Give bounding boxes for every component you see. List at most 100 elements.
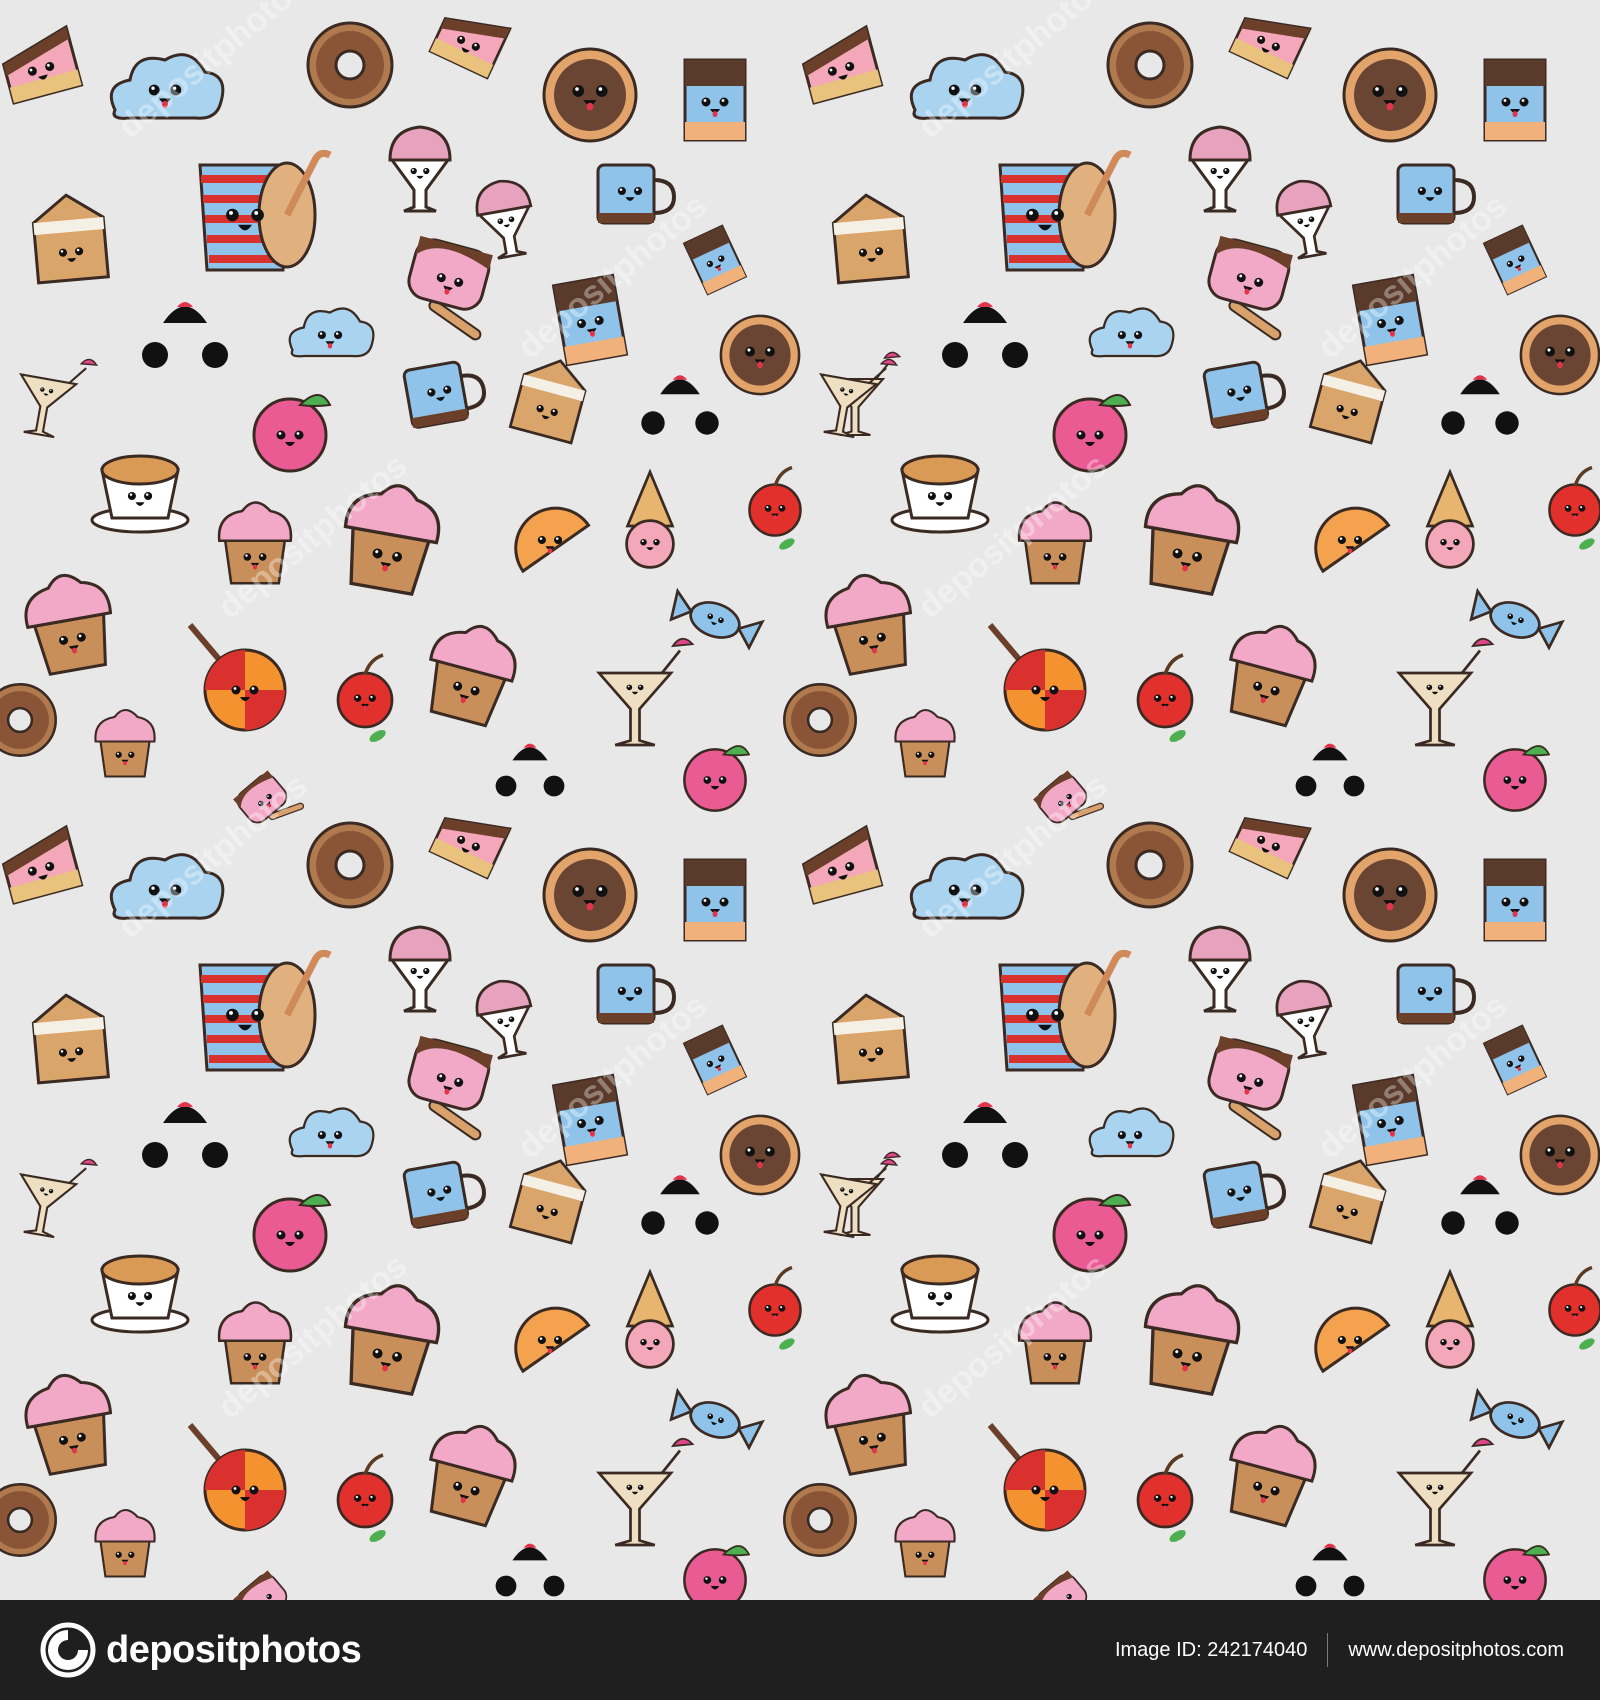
pattern-item-mug: [596, 963, 677, 1025]
pattern-item-donut: [306, 821, 394, 909]
pattern-item-donut: [783, 1483, 857, 1557]
pattern-item-face-parts: [142, 302, 228, 368]
stock-footer-bar: depositphotos Image ID: 242174040 www.de…: [0, 1600, 1600, 1700]
pattern-item-face-parts: [942, 302, 1028, 368]
pattern-item-donut: [0, 1483, 57, 1557]
pattern-item-cloud: [909, 53, 1025, 120]
pattern-item-cherry: [336, 1453, 394, 1542]
pattern-item-chocolate-bar: [683, 58, 747, 142]
pattern-item-cupcake: [1229, 624, 1317, 728]
pattern-item-carton: [508, 1159, 587, 1245]
pattern-item-pie: [542, 847, 638, 943]
pattern-item-cloud: [1088, 307, 1175, 358]
pattern-item-cocktail: [1396, 1437, 1495, 1547]
pattern-item-chocolate-bar: [682, 1024, 748, 1096]
pattern-item-soda-cup: [998, 949, 1132, 1072]
pattern-item-pie: [542, 47, 638, 143]
pattern-item-soda-cup: [998, 149, 1132, 272]
pattern-item-mug: [402, 1160, 487, 1229]
pattern-item-cupcake: [343, 484, 441, 596]
pattern-item-peach: [252, 1194, 332, 1273]
pattern-item-face-parts: [142, 1102, 228, 1168]
pattern-item-cake-slice: [1, 24, 84, 105]
pattern-item-coffee-cup: [890, 1254, 990, 1334]
pattern-item-popsicle: [407, 1035, 493, 1141]
pattern-item-peach: [1483, 745, 1551, 812]
pattern-item-cake-slice: [1, 824, 84, 905]
website-link[interactable]: www.depositphotos.com: [1348, 1639, 1564, 1662]
pattern-item-coffee-cup: [90, 1254, 190, 1334]
pattern-item-popsicle: [1207, 235, 1293, 341]
pattern-item-peach: [683, 745, 751, 812]
brand[interactable]: depositphotos: [40, 1620, 362, 1680]
pattern-item-cone: [625, 468, 675, 569]
pattern-item-cake-slice: [428, 817, 512, 880]
pattern-item-cake-slice: [1228, 17, 1312, 80]
pattern-item-cupcake: [1143, 1284, 1241, 1396]
image-id-label: Image ID: 242174040: [1114, 1638, 1308, 1661]
pattern-item-cherry: [748, 1265, 802, 1350]
pattern-item-chocolate-bar: [1351, 273, 1429, 367]
pattern-item-peach: [1483, 1545, 1551, 1600]
pattern-item-face-parts: [942, 1102, 1028, 1168]
pattern-item-popsicle: [1033, 1570, 1088, 1600]
pattern-image: depositphotos depositphotos depositphotos d…: [0, 0, 1600, 1600]
pattern-item-cupcake: [894, 1508, 956, 1578]
pattern-item-chocolate-bar: [1483, 858, 1547, 942]
pattern-item-cupcake: [217, 1301, 293, 1385]
pattern-item-carton: [1308, 1159, 1387, 1245]
pattern-item-donut: [1106, 821, 1194, 909]
pattern-item-popsicle: [1207, 1035, 1293, 1141]
pattern-item-sundae: [475, 979, 533, 1060]
kawaii-food-pattern: [0, 17, 1600, 1600]
pattern-item-cone: [1425, 468, 1475, 569]
pattern-item-carton: [508, 359, 587, 445]
pattern-item-cloud: [109, 853, 225, 920]
pattern-item-pie: [1342, 47, 1438, 143]
pattern-item-cupcake: [1017, 1301, 1093, 1385]
pattern-item-sundae: [1275, 179, 1333, 260]
pattern-item-pie: [719, 1114, 801, 1196]
pattern-item-cupcake: [429, 624, 517, 728]
pattern-item-sundae: [1275, 979, 1333, 1060]
pattern-item-cocktail: [18, 1158, 99, 1239]
pattern-item-donut: [0, 683, 57, 757]
pattern-item-chocolate-bar: [683, 858, 747, 942]
pattern-item-cupcake: [429, 1424, 517, 1528]
pattern-item-mug: [1396, 963, 1477, 1025]
pattern-item-sundae: [1188, 925, 1252, 1013]
pattern-item-cupcake: [94, 1508, 156, 1578]
pattern-item-chocolate-bar: [551, 273, 629, 367]
pattern-item-mug: [1202, 360, 1287, 429]
pattern-item-cone: [1425, 1268, 1475, 1369]
pattern-item-orange-slice: [514, 1306, 591, 1374]
pattern-item-mug: [1396, 163, 1477, 225]
pattern-item-cupcake: [1143, 484, 1241, 596]
pattern-item-pie: [719, 314, 801, 396]
pattern-item-cherry: [748, 465, 802, 550]
pattern-item-pie: [1519, 314, 1600, 396]
pattern-item-pie: [1519, 1114, 1600, 1196]
pattern-item-lollipop: [987, 623, 1087, 732]
pattern-item-coffee-cup: [890, 454, 990, 534]
pattern-item-lollipop: [987, 1423, 1087, 1532]
pattern-item-cake-slice: [1228, 817, 1312, 880]
pattern-item-chocolate-bar: [682, 224, 748, 296]
pattern-item-peach: [1052, 394, 1132, 473]
pattern-item-peach: [252, 394, 332, 473]
pattern-item-carton: [31, 993, 110, 1085]
pattern-item-popsicle: [233, 770, 305, 824]
pattern-item-carton: [31, 193, 110, 285]
pattern-item-cherry: [336, 653, 394, 742]
pattern-item-cloud: [288, 1107, 375, 1158]
pattern-item-lollipop: [187, 1423, 287, 1532]
pattern-item-cake-slice: [428, 17, 512, 80]
pattern-item-face-parts: [1295, 743, 1365, 797]
pattern-item-cupcake: [94, 708, 156, 778]
pattern-item-carton: [831, 193, 910, 285]
pattern-item-cake-slice: [801, 24, 884, 105]
pattern-item-donut: [783, 683, 857, 757]
pattern-item-face-parts: [495, 743, 565, 797]
pattern-item-sundae: [1188, 125, 1252, 213]
pattern-item-popsicle: [233, 1570, 288, 1600]
